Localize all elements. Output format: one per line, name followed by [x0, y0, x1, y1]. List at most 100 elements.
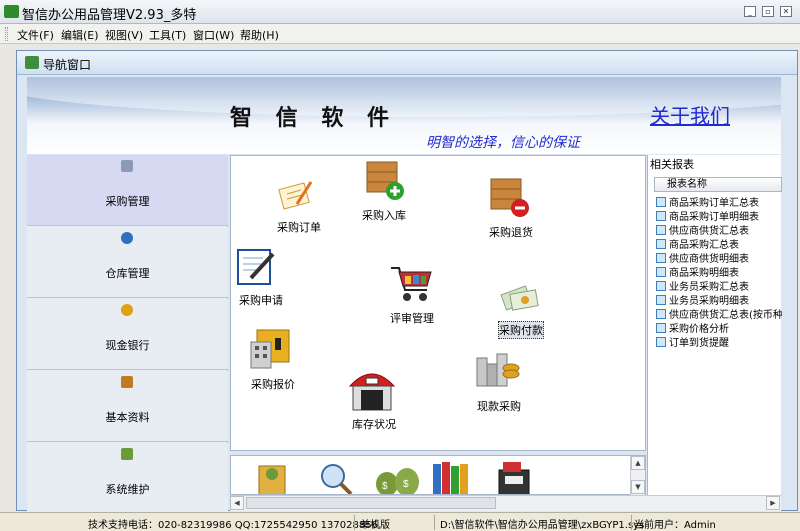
purchase-request-icon — [237, 249, 275, 285]
report-item[interactable]: 商品采购订单明细表 — [656, 208, 759, 223]
sidebar-item-cash-bank[interactable]: 现金银行 — [27, 299, 228, 370]
report-item[interactable]: 商品采购订单汇总表 — [656, 194, 759, 209]
sidebar-item-purchase[interactable]: 采购管理 — [27, 155, 228, 226]
warehouse-building-icon — [348, 373, 396, 411]
purchase-quote-icon — [250, 329, 290, 369]
purchase-quote-item[interactable]: 采购报价 — [249, 328, 295, 391]
scroll-right-arrow-icon[interactable]: ▶ — [766, 496, 780, 510]
report-icon — [656, 309, 666, 319]
report-item[interactable]: 采购价格分析 — [656, 320, 729, 335]
menu-view[interactable]: 视图(V) — [105, 27, 143, 43]
report-item[interactable]: 商品采购明细表 — [656, 264, 739, 279]
sidebar-item-label: 现金银行 — [105, 339, 150, 352]
report-icon — [656, 295, 666, 305]
horizontal-scrollbar[interactable]: ◀ ▶ — [230, 495, 781, 511]
purchase-stock-in-item[interactable]: 采购入库 — [362, 159, 407, 222]
cash-register-icon[interactable] — [495, 460, 535, 495]
svg-text:$: $ — [403, 479, 409, 490]
money-bags-icon[interactable]: $ $ — [373, 460, 421, 495]
scroll-down-arrow-icon[interactable]: ▼ — [631, 480, 645, 494]
report-icon — [656, 225, 666, 235]
books-icon[interactable] — [431, 460, 475, 495]
report-name-column-header[interactable]: 报表名称 — [654, 177, 782, 192]
scroll-up-arrow-icon[interactable]: ▲ — [631, 456, 645, 470]
purchase-payment-label: 采购付款 — [498, 321, 544, 339]
report-icon — [656, 239, 666, 249]
basic-data-icon — [121, 376, 133, 388]
minimize-button[interactable]: _ — [744, 6, 756, 17]
menu-window[interactable]: 窗口(W) — [193, 27, 234, 43]
stock-in-box-icon — [366, 161, 404, 200]
report-item[interactable]: 业务员采购汇总表 — [656, 278, 749, 293]
purchase-payment-icon — [500, 285, 539, 311]
brand-title: 智 信 软 件 — [230, 105, 397, 131]
report-item[interactable]: 供应商供货汇总表 — [656, 222, 749, 237]
support-info: 技术支持电话：020-82319986 QQ:1725542950 137028… — [88, 520, 378, 531]
purchase-order-icon — [278, 181, 313, 210]
report-item[interactable]: 订单到货提醒 — [656, 334, 729, 349]
navigation-window-titlebar[interactable]: 导航窗口 — [17, 51, 797, 75]
report-icon — [656, 337, 666, 347]
window-title: 智信办公用品管理V2.93_多特 — [22, 8, 197, 23]
scroll-thumb[interactable] — [246, 497, 496, 509]
shortcut-strip: $ $ — [230, 455, 646, 495]
purchase-request-item[interactable]: 采购申请 — [235, 248, 283, 307]
sidebar-item-label: 采购管理 — [105, 195, 150, 208]
user-shortcut-icon[interactable] — [253, 460, 293, 495]
sidebar-item-system[interactable]: 系统维护 — [27, 443, 228, 514]
system-icon — [121, 448, 133, 460]
sidebar-item-basic-data[interactable]: 基本资料 — [27, 371, 228, 442]
menu-tools[interactable]: 工具(T) — [149, 27, 186, 43]
warehouse-icon — [121, 232, 133, 244]
current-user: 当前用户：Admin — [634, 520, 716, 531]
purchase-request-label: 采购申请 — [239, 294, 283, 307]
cash-purchase-item[interactable]: 现款采购 — [473, 352, 521, 413]
report-item[interactable]: 供应商供货明细表 — [656, 250, 749, 265]
purchase-quote-label: 采购报价 — [251, 378, 295, 391]
report-icon — [656, 211, 666, 221]
navigation-window-title: 导航窗口 — [43, 58, 92, 72]
app-logo-icon — [4, 5, 19, 18]
status-divider — [434, 515, 435, 530]
sidebar-item-label: 系统维护 — [105, 483, 150, 496]
report-icon — [656, 323, 666, 333]
report-item[interactable]: 业务员采购明细表 — [656, 292, 749, 307]
report-item-label: 供应商供货汇总表(按币种分 — [669, 310, 782, 320]
report-icon — [656, 197, 666, 207]
status-divider — [631, 515, 632, 530]
review-management-item[interactable]: 评审管理 — [389, 264, 435, 325]
database-path: D:\智信软件\智信办公用品管理\zxBGYP1.sys — [440, 520, 645, 531]
cash-purchase-label: 现款采购 — [477, 400, 521, 413]
navigation-window-icon — [25, 56, 39, 69]
purchase-return-icon — [490, 178, 529, 217]
title-bar: 智信办公用品管理V2.93_多特 _ ▫ ✕ — [0, 0, 800, 24]
scroll-left-arrow-icon[interactable]: ◀ — [230, 496, 244, 510]
edition-label: 单机版 — [360, 520, 390, 531]
purchase-icon — [121, 160, 133, 172]
status-bar: 技术支持电话：020-82319986 QQ:1725542950 137028… — [0, 512, 800, 531]
about-us-link[interactable]: 关于我们 — [650, 100, 730, 129]
shortcut-vertical-scrollbar[interactable]: ▲ ▼ — [630, 456, 645, 495]
module-sidebar: 采购管理 仓库管理 现金银行 基本资料 系统维护 — [27, 155, 228, 514]
sidebar-item-label: 基本资料 — [105, 411, 150, 424]
menu-help[interactable]: 帮助(H) — [240, 27, 279, 43]
coins-icon — [476, 353, 520, 387]
stock-status-label: 库存状况 — [352, 418, 396, 431]
sidebar-item-warehouse[interactable]: 仓库管理 — [27, 227, 228, 298]
report-item[interactable]: 供应商供货汇总表(按币种分 — [656, 306, 782, 320]
restore-button[interactable]: ▫ — [762, 6, 774, 17]
purchase-order-item[interactable]: 采购订单 — [275, 176, 321, 234]
toolbar-grip[interactable] — [5, 27, 8, 41]
purchase-order-label: 采购订单 — [277, 221, 321, 234]
menu-file[interactable]: 文件(F) — [17, 27, 54, 43]
report-item-label: 订单到货提醒 — [669, 338, 729, 349]
report-item[interactable]: 商品采购汇总表 — [656, 236, 739, 251]
purchase-payment-item[interactable]: 采购付款 — [498, 282, 544, 339]
purchase-return-item[interactable]: 采购退货 — [489, 176, 533, 239]
stock-status-item[interactable]: 库存状况 — [347, 364, 397, 431]
close-button[interactable]: ✕ — [780, 6, 792, 17]
menu-edit[interactable]: 编辑(E) — [61, 27, 99, 43]
status-divider — [354, 515, 355, 530]
sidebar-item-label: 仓库管理 — [105, 267, 150, 280]
magnifier-globe-icon[interactable] — [315, 460, 359, 495]
